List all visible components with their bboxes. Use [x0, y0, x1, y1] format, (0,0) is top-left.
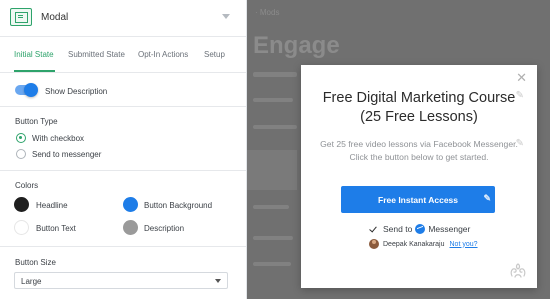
button-size-value: Large	[21, 277, 42, 286]
show-description-label: Show Description	[45, 87, 108, 96]
background-placeholder	[253, 125, 297, 129]
background-placeholder	[253, 262, 291, 266]
button-background-color-label: Button Background	[144, 201, 213, 210]
tab-initial-state[interactable]: Initial State	[14, 50, 54, 59]
tab-submitted-state[interactable]: Submitted State	[68, 50, 125, 59]
cta-button-label: Free Instant Access	[378, 194, 458, 205]
divider	[0, 106, 246, 107]
brand-logo-icon	[510, 263, 526, 278]
tab-opt-in-actions[interactable]: Opt-In Actions	[138, 50, 188, 59]
modal-icon	[10, 8, 32, 26]
description-color-swatch[interactable]	[123, 220, 138, 235]
state-tabs: Initial State Submitted State Opt-In Act…	[0, 50, 246, 70]
button-size-select[interactable]: Large	[14, 272, 228, 289]
button-size-title: Button Size	[15, 258, 56, 267]
popup-type-label: Modal	[41, 11, 69, 23]
not-you-link[interactable]: Not you?	[450, 241, 478, 248]
button-background-color-swatch[interactable]	[123, 197, 138, 212]
radio-send-to-messenger-label: Send to messenger	[32, 150, 102, 159]
send-to-messenger-checkbox[interactable]: Send to Messenger	[369, 223, 470, 235]
radio-send-to-messenger[interactable]	[16, 149, 26, 159]
background-placeholder	[253, 205, 289, 209]
close-icon[interactable]: ✕	[516, 71, 527, 84]
headline-color-swatch[interactable]	[14, 197, 29, 212]
headline-color-label: Headline	[36, 201, 68, 210]
messenger-user-row: Deepak Kanakaraju Not you?	[369, 238, 478, 250]
checkmark-icon	[369, 225, 378, 234]
settings-panel: Modal Initial State Submitted State Opt-…	[0, 0, 247, 299]
background-placeholder	[253, 98, 293, 102]
popup-type-select[interactable]: Modal	[10, 6, 238, 28]
background-placeholder	[253, 236, 293, 240]
toggle-knob	[24, 83, 38, 97]
modal-headline[interactable]: Free Digital Marketing Course (25 Free L…	[315, 89, 523, 127]
divider	[0, 170, 246, 171]
background-nav-text: · Mods	[255, 8, 280, 17]
colors-title: Colors	[15, 181, 39, 190]
divider	[0, 72, 246, 73]
messenger-icon	[415, 224, 426, 234]
tab-setup[interactable]: Setup	[204, 50, 225, 59]
show-description-toggle[interactable]	[15, 83, 38, 97]
chevron-down-icon	[222, 14, 230, 19]
button-text-color-swatch[interactable]	[14, 220, 29, 235]
free-instant-access-button[interactable]: Free Instant Access ✎	[341, 186, 495, 213]
background-page-heading: Engage	[253, 32, 340, 59]
optin-modal: ✕ ✎ Free Digital Marketing Course (25 Fr…	[301, 65, 537, 288]
modal-description[interactable]: Get 25 free video lessons via Facebook M…	[315, 138, 523, 164]
chevron-down-icon	[215, 279, 221, 283]
radio-with-checkbox-label: With checkbox	[32, 134, 85, 143]
button-text-color-label: Button Text	[36, 224, 76, 233]
background-placeholder	[247, 150, 297, 190]
background-placeholder	[253, 72, 297, 77]
description-color-label: Description	[144, 224, 185, 233]
divider	[0, 36, 246, 37]
edit-button-pencil-icon[interactable]: ✎	[483, 193, 491, 204]
messenger-label: Messenger	[428, 224, 471, 234]
user-name: Deepak Kanakaraju	[383, 240, 445, 248]
avatar	[369, 239, 379, 249]
divider	[0, 246, 246, 247]
button-type-title: Button Type	[15, 117, 58, 126]
radio-with-checkbox[interactable]	[16, 133, 26, 143]
send-to-label: Send to	[383, 224, 413, 234]
